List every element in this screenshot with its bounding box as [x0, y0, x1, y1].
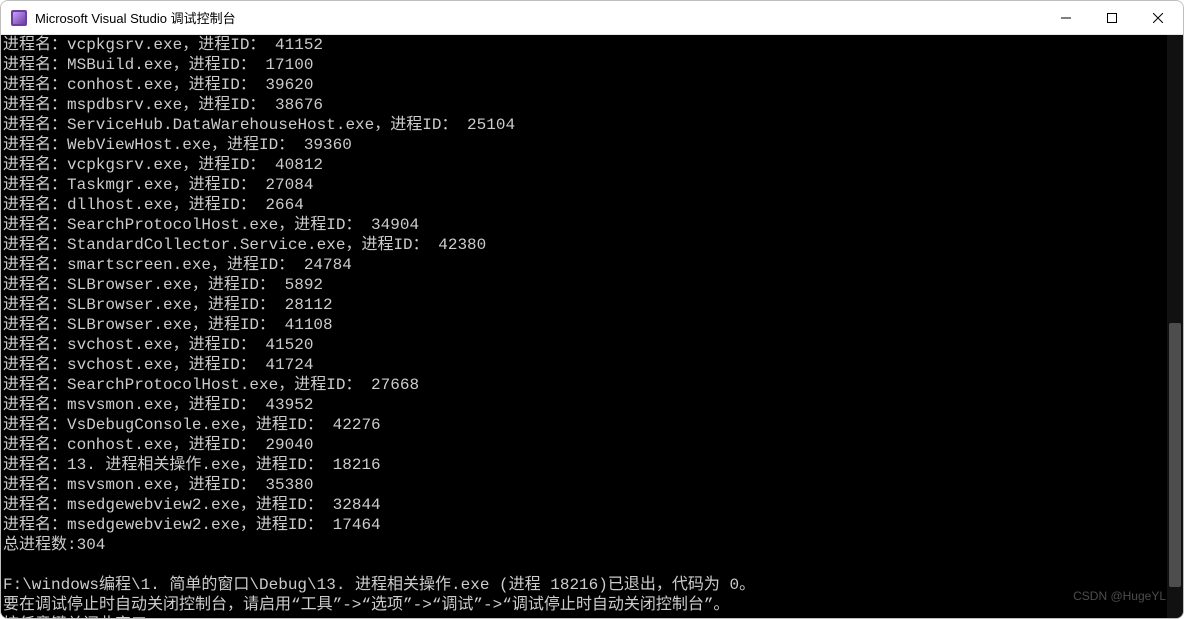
process-line: 进程名：vcpkgsrv.exe，进程ID： 40812 [3, 155, 1167, 175]
minimize-icon [1061, 13, 1071, 23]
scrollbar-thumb[interactable] [1169, 323, 1181, 587]
process-line: 进程名：svchost.exe，进程ID： 41520 [3, 335, 1167, 355]
process-line: 进程名：conhost.exe，进程ID： 29040 [3, 435, 1167, 455]
close-button[interactable] [1135, 1, 1181, 35]
process-line: 进程名：SearchProtocolHost.exe，进程ID： 34904 [3, 215, 1167, 235]
process-line: 进程名：SearchProtocolHost.exe，进程ID： 27668 [3, 375, 1167, 395]
hint-line: 要在调试停止时自动关闭控制台，请启用“工具”->“选项”->“调试”->“调试停… [3, 595, 1167, 615]
process-line: 进程名：SLBrowser.exe，进程ID： 41108 [3, 315, 1167, 335]
process-line: 进程名：msedgewebview2.exe，进程ID： 32844 [3, 495, 1167, 515]
process-line: 进程名：Taskmgr.exe，进程ID： 27084 [3, 175, 1167, 195]
process-line: 进程名：smartscreen.exe，进程ID： 24784 [3, 255, 1167, 275]
process-line: 进程名：msvsmon.exe，进程ID： 43952 [3, 395, 1167, 415]
process-line: 进程名：dllhost.exe，进程ID： 2664 [3, 195, 1167, 215]
total-line: 总进程数:304 [3, 535, 1167, 555]
close-icon [1153, 13, 1163, 23]
process-line: 进程名：StandardCollector.Service.exe，进程ID： … [3, 235, 1167, 255]
process-line: 进程名：MSBuild.exe，进程ID： 17100 [3, 55, 1167, 75]
titlebar[interactable]: Microsoft Visual Studio 调试控制台 [1, 1, 1183, 35]
process-line: 进程名：13. 进程相关操作.exe，进程ID： 18216 [3, 455, 1167, 475]
console-area: 进程名：vcpkgsrv.exe，进程ID： 41152进程名：MSBuild.… [1, 35, 1183, 619]
app-window: Microsoft Visual Studio 调试控制台 进程名：vcpkgs… [0, 0, 1184, 619]
maximize-icon [1107, 13, 1117, 23]
process-line: 进程名：VsDebugConsole.exe，进程ID： 42276 [3, 415, 1167, 435]
process-line: 进程名：msedgewebview2.exe，进程ID： 17464 [3, 515, 1167, 535]
close-prompt-line: 按任意键关闭此窗口. . . [3, 615, 1167, 619]
app-icon [11, 10, 27, 26]
process-line: 进程名：mspdbsrv.exe，进程ID： 38676 [3, 95, 1167, 115]
process-line: 进程名：ServiceHub.DataWarehouseHost.exe，进程I… [3, 115, 1167, 135]
process-line: 进程名：WebViewHost.exe，进程ID： 39360 [3, 135, 1167, 155]
blank-line [3, 555, 1167, 575]
exit-line: F:\windows编程\1. 简单的窗口\Debug\13. 进程相关操作.e… [3, 575, 1167, 595]
process-line: 进程名：svchost.exe，进程ID： 41724 [3, 355, 1167, 375]
window-title: Microsoft Visual Studio 调试控制台 [35, 8, 236, 27]
process-line: 进程名：SLBrowser.exe，进程ID： 5892 [3, 275, 1167, 295]
process-line: 进程名：vcpkgsrv.exe，进程ID： 41152 [3, 35, 1167, 55]
minimize-button[interactable] [1043, 1, 1089, 35]
console-output[interactable]: 进程名：vcpkgsrv.exe，进程ID： 41152进程名：MSBuild.… [1, 35, 1167, 619]
vertical-scrollbar[interactable] [1167, 35, 1183, 619]
process-line: 进程名：msvsmon.exe，进程ID： 35380 [3, 475, 1167, 495]
maximize-button[interactable] [1089, 1, 1135, 35]
process-line: 进程名：conhost.exe，进程ID： 39620 [3, 75, 1167, 95]
process-line: 进程名：SLBrowser.exe，进程ID： 28112 [3, 295, 1167, 315]
